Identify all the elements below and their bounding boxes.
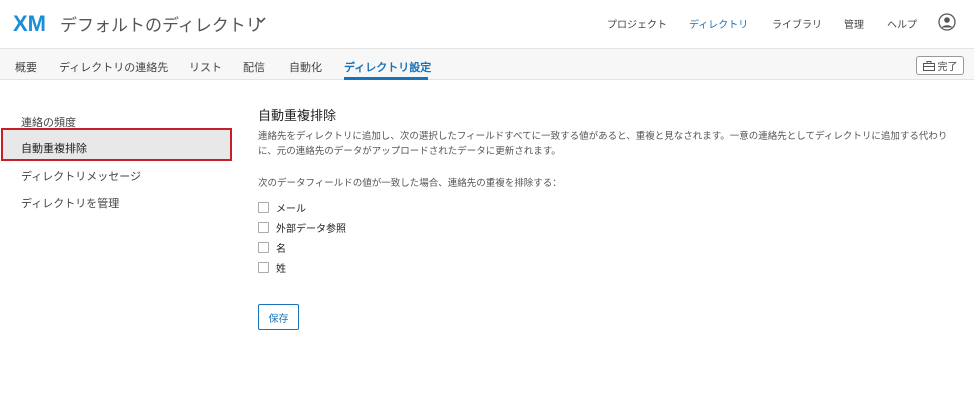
- checkbox-label: 外部データ参照: [276, 223, 346, 235]
- toolbox-icon: [922, 60, 935, 71]
- save-button[interactable]: 保存: [258, 304, 299, 330]
- field-option-last-name[interactable]: 姓: [258, 260, 286, 275]
- nav-help[interactable]: ヘルプ: [887, 16, 917, 31]
- svg-text:XM: XM: [13, 11, 46, 35]
- directory-title[interactable]: デフォルトのディレクトリ: [60, 11, 263, 36]
- tab-overview[interactable]: 概要: [15, 59, 37, 75]
- sidebar-item-directory-messages[interactable]: ディレクトリメッセージ: [21, 168, 141, 184]
- tab-bar: 概要 ディレクトリの連絡先 リスト 配信 自動化 ディレクトリ設定 完了: [0, 48, 974, 80]
- sidebar-item-auto-dedupe[interactable]: 自動重複排除: [1, 128, 232, 161]
- field-option-first-name[interactable]: 名: [258, 240, 286, 255]
- fields-label: 次のデータフィールドの値が一致した場合、連絡先の重複を排除する：: [258, 178, 562, 189]
- tab-automations[interactable]: 自動化: [289, 59, 322, 75]
- checkbox[interactable]: [258, 201, 269, 213]
- sidebar-item-manage-directory[interactable]: ディレクトリを管理: [21, 195, 119, 211]
- active-tab-indicator: [344, 77, 428, 80]
- checkbox-label: 名: [276, 243, 286, 255]
- user-account-icon[interactable]: [938, 13, 956, 31]
- nav-admin[interactable]: 管理: [844, 16, 864, 31]
- done-button[interactable]: 完了: [916, 56, 964, 75]
- checkbox-label: 姓: [276, 263, 286, 275]
- field-option-external-ref[interactable]: 外部データ参照: [258, 220, 346, 235]
- top-header: XM デフォルトのディレクトリ プロジェクト ディレクトリ ライブラリ 管理 ヘ…: [0, 0, 974, 48]
- done-button-label: 完了: [937, 62, 958, 73]
- field-option-email[interactable]: メール: [258, 200, 306, 215]
- checkbox[interactable]: [258, 261, 269, 273]
- tab-lists[interactable]: リスト: [189, 59, 222, 75]
- section-title: 自動重複排除: [258, 109, 337, 124]
- tab-directory-settings[interactable]: ディレクトリ設定: [344, 59, 431, 75]
- section-description: 連絡先をディレクトリに追加し、次の選択したフィールドすべてに一致する値があると、…: [258, 131, 948, 157]
- checkbox[interactable]: [258, 221, 269, 233]
- checkbox-label: メール: [276, 203, 306, 215]
- nav-projects[interactable]: プロジェクト: [607, 16, 667, 31]
- tab-distributions[interactable]: 配信: [243, 59, 265, 75]
- chevron-down-icon[interactable]: [256, 15, 266, 25]
- xm-logo[interactable]: XM: [13, 11, 47, 35]
- tab-directory-contacts[interactable]: ディレクトリの連絡先: [59, 59, 168, 75]
- sidebar-item-label: 自動重複排除: [21, 142, 87, 155]
- nav-directory[interactable]: ディレクトリ: [689, 16, 748, 31]
- checkbox[interactable]: [258, 241, 269, 253]
- nav-library[interactable]: ライブラリ: [772, 16, 822, 31]
